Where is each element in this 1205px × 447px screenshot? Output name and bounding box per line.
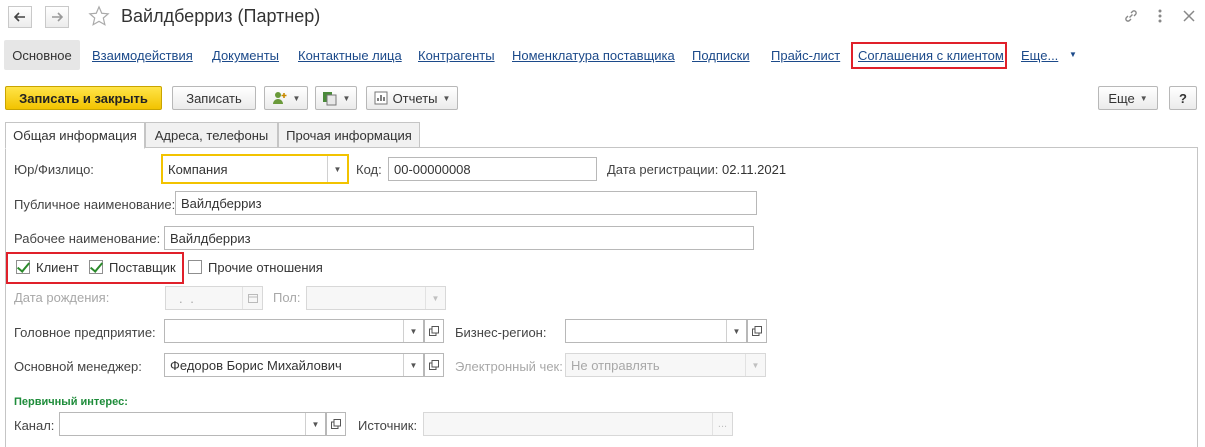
favorite-star-icon[interactable] [88, 5, 112, 29]
open-window-icon [331, 419, 341, 429]
nav-link-counterparties[interactable]: Контрагенты [418, 48, 495, 63]
e-receipt-select: Не отправлять ▼ [565, 353, 766, 377]
more-vertical-icon[interactable] [1150, 6, 1170, 26]
parent-company-label: Головное предприятие: [14, 325, 156, 340]
public-name-field[interactable]: Вайлдберриз [175, 191, 757, 215]
code-field[interactable]: 00-00000008 [388, 157, 597, 181]
source-field[interactable]: ... [423, 412, 733, 436]
public-name-label: Публичное наименование: [14, 197, 176, 212]
create-related-button[interactable]: ▼ [264, 86, 308, 110]
chevron-down-icon[interactable]: ▼ [726, 320, 746, 342]
parent-company-select[interactable]: ▼ [164, 319, 424, 343]
birth-date-label: Дата рождения: [14, 290, 110, 305]
entity-type-value: Компания [168, 161, 228, 177]
manager-select[interactable]: Федоров Борис Михайлович ▼ [164, 353, 424, 377]
close-icon[interactable] [1179, 6, 1199, 26]
arrow-right-icon [52, 12, 63, 22]
print-button[interactable]: ▼ [315, 86, 357, 110]
manager-value: Федоров Борис Михайлович [170, 357, 342, 373]
nav-link-interactions[interactable]: Взаимодействия [92, 48, 193, 63]
gender-label: Пол: [273, 290, 301, 305]
documents-icon [322, 92, 337, 106]
nav-link-documents[interactable]: Документы [212, 48, 279, 63]
gender-select: ▼ [306, 286, 446, 310]
open-window-icon [429, 360, 439, 370]
other-relations-checkbox[interactable] [188, 260, 202, 274]
window-title: Вайлдберриз (Партнер) [121, 6, 321, 26]
open-manager-button[interactable] [424, 353, 444, 377]
tab-addresses[interactable]: Адреса, телефоны [145, 122, 278, 148]
chevron-down-icon[interactable]: ▼ [403, 354, 423, 376]
e-receipt-label: Электронный чек: [455, 359, 563, 374]
source-select-button[interactable]: ... [712, 413, 732, 435]
tab-general[interactable]: Общая информация [5, 122, 145, 149]
open-business-region-button[interactable] [747, 319, 767, 343]
open-channel-button[interactable] [326, 412, 346, 436]
entity-type-select[interactable]: Компания ▼ [161, 154, 349, 184]
birth-date-field: . . [165, 286, 263, 310]
back-button[interactable] [8, 6, 32, 28]
channel-select[interactable]: ▼ [59, 412, 326, 436]
business-region-label: Бизнес-регион: [455, 325, 547, 340]
chevron-down-icon[interactable]: ▼ [403, 320, 423, 342]
reports-button[interactable]: Отчеты ▼ [366, 86, 458, 110]
birth-date-value: . . [179, 290, 196, 306]
nav-link-price-list[interactable]: Прайс-лист [771, 48, 840, 63]
work-name-label: Рабочее наименование: [14, 231, 161, 246]
link-icon[interactable] [1121, 6, 1141, 26]
chevron-down-icon[interactable]: ▼ [327, 156, 347, 182]
save-and-close-button[interactable]: Записать и закрыть [5, 86, 162, 110]
code-label: Код: [356, 162, 382, 177]
nav-link-more[interactable]: Еще... [1021, 48, 1058, 63]
highlight-agreements [851, 42, 1007, 69]
calendar-icon [242, 287, 262, 309]
arrow-left-icon [14, 12, 25, 22]
reports-label: Отчеты [392, 90, 438, 106]
manager-label: Основной менеджер: [14, 359, 142, 374]
nav-main-active[interactable]: Основное [4, 40, 80, 70]
open-parent-company-button[interactable] [424, 319, 444, 343]
tab-other-info[interactable]: Прочая информация [278, 122, 420, 148]
highlight-relations [6, 252, 184, 284]
help-button[interactable]: ? [1169, 86, 1197, 110]
nav-link-contacts[interactable]: Контактные лица [298, 48, 402, 63]
e-receipt-value: Не отправлять [571, 357, 660, 373]
report-icon [374, 91, 388, 105]
more-actions-button[interactable]: Еще ▼ [1098, 86, 1158, 110]
forward-button[interactable] [45, 6, 69, 28]
source-label: Источник: [358, 418, 418, 433]
chevron-down-icon[interactable]: ▼ [1069, 50, 1077, 59]
users-add-icon [272, 92, 287, 104]
channel-label: Канал: [14, 418, 55, 433]
chevron-down-icon: ▼ [425, 287, 445, 309]
entity-type-label: Юр/Физлицо: [14, 162, 94, 177]
work-name-field[interactable]: Вайлдберриз [164, 226, 754, 250]
open-window-icon [752, 326, 762, 336]
other-relations-label: Прочие отношения [208, 260, 323, 275]
nav-link-subscriptions[interactable]: Подписки [692, 48, 750, 63]
business-region-select[interactable]: ▼ [565, 319, 747, 343]
nav-link-supplier-nomenclature[interactable]: Номенклатура поставщика [512, 48, 675, 63]
reg-date-value: 02.11.2021 [722, 162, 787, 177]
reg-date-label: Дата регистрации: [607, 162, 719, 177]
save-button[interactable]: Записать [172, 86, 256, 110]
chevron-down-icon: ▼ [745, 354, 765, 376]
open-window-icon [429, 326, 439, 336]
chevron-down-icon[interactable]: ▼ [305, 413, 325, 435]
primary-interest-title: Первичный интерес: [14, 396, 128, 408]
more-label: Еще [1108, 90, 1135, 106]
